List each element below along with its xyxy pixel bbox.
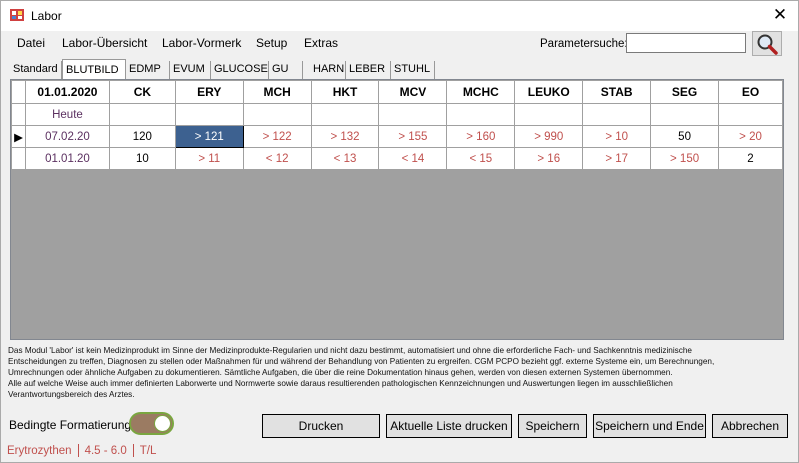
tab-glucose[interactable]: GLUCOSE	[211, 61, 269, 79]
cell-ck[interactable]: 120	[108, 125, 176, 148]
labor-window: Labor ✕ Datei Labor-Übersicht Labor-Vorm…	[0, 0, 799, 463]
print-button[interactable]: Drucken	[262, 414, 380, 438]
row-date[interactable]: 01.01.20	[24, 147, 110, 170]
menu-datei[interactable]: Datei	[17, 36, 45, 50]
cell-ery[interactable]	[174, 103, 244, 126]
column-header-date[interactable]: 01.01.2020	[24, 80, 110, 104]
status-reference-range: 4.5 - 6.0	[84, 445, 127, 457]
cell-eo[interactable]	[718, 103, 783, 126]
cell-stab[interactable]: > 17	[582, 147, 652, 170]
tab-stuhl[interactable]: STUHL	[391, 61, 435, 79]
disclaimer-line: Entscheidungen zu treffen, Diagnosen zu …	[8, 357, 715, 366]
cell-ck[interactable]	[108, 103, 176, 126]
cell-stab[interactable]	[582, 103, 652, 126]
table-row[interactable]: ▶ 07.02.20 120 > 121 > 122 > 132 > 155 >…	[11, 125, 783, 148]
search-button[interactable]	[752, 31, 782, 56]
disclaimer-line: Umrechnungen oder ähnliche Aufgaben zu d…	[8, 368, 673, 377]
column-header-ery[interactable]: ERY	[174, 80, 244, 104]
parameter-search-input[interactable]	[626, 33, 746, 53]
status-parameter-name: Erytrozythen	[7, 445, 72, 457]
row-marker[interactable]	[11, 147, 26, 170]
conditional-formatting-label: Bedingte Formatierung:	[9, 418, 135, 432]
save-and-end-button[interactable]: Speichern und Ende	[593, 414, 706, 438]
column-header-mch[interactable]: MCH	[242, 80, 312, 104]
column-header-hkt[interactable]: HKT	[310, 80, 380, 104]
table-row[interactable]: Heute	[11, 103, 783, 126]
tab-edmp[interactable]: EDMP	[126, 61, 170, 79]
cell-stab[interactable]: > 10	[582, 125, 652, 148]
close-icon[interactable]: ✕	[770, 5, 790, 25]
cell-hkt[interactable]: > 132	[310, 125, 380, 148]
status-separator	[77, 444, 79, 458]
row-date[interactable]: Heute	[24, 103, 110, 126]
cell-eo[interactable]: 2	[718, 147, 783, 170]
cell-seg[interactable]: > 150	[650, 147, 720, 170]
parameter-search-label: Parametersuche:	[540, 38, 628, 50]
tab-blutbild[interactable]: BLUTBILD	[62, 59, 126, 79]
cell-seg[interactable]	[650, 103, 720, 126]
cell-mchc[interactable]: > 160	[446, 125, 516, 148]
column-header-mchc[interactable]: MCHC	[446, 80, 516, 104]
cancel-button[interactable]: Abbrechen	[712, 414, 788, 438]
lab-app-icon	[10, 9, 24, 21]
status-unit: T/L	[139, 445, 157, 457]
status-bar: Erytrozythen 4.5 - 6.0 T/L	[7, 442, 797, 460]
search-icon	[757, 34, 778, 55]
status-separator	[132, 444, 134, 458]
row-marker[interactable]: ▶	[11, 125, 26, 148]
disclaimer-line: Alle auf welche Weise auch immer definie…	[8, 379, 673, 388]
cell-leuko[interactable]	[514, 103, 584, 126]
cell-ck[interactable]: 10	[108, 147, 176, 170]
tab-standard[interactable]: Standard	[10, 61, 62, 79]
cell-mcv[interactable]: < 14	[378, 147, 448, 170]
save-button[interactable]: Speichern	[518, 414, 587, 438]
disclaimer-line: Verantwortungsbereich des Arztes.	[8, 390, 135, 399]
cell-mch[interactable]: > 122	[242, 125, 312, 148]
tab-harn[interactable]: HARN	[310, 61, 346, 79]
cell-mchc[interactable]	[446, 103, 516, 126]
column-header-seg[interactable]: SEG	[650, 80, 720, 104]
row-date[interactable]: 07.02.20	[24, 125, 110, 148]
cell-mcv[interactable]	[378, 103, 448, 126]
cell-eo[interactable]: > 20	[718, 125, 783, 148]
cell-mchc[interactable]: < 15	[446, 147, 516, 170]
cell-mch[interactable]	[242, 103, 312, 126]
disclaimer-text: Das Modul 'Labor' ist kein Medizinproduk…	[8, 345, 788, 400]
cell-mch[interactable]: < 12	[242, 147, 312, 170]
lab-table: 01.01.2020 CK ERY MCH HKT MCV MCHC LEUKO…	[11, 80, 783, 170]
menu-setup[interactable]: Setup	[256, 36, 287, 50]
tab-evum[interactable]: EVUM	[170, 61, 211, 79]
lab-values-grid[interactable]: 01.01.2020 CK ERY MCH HKT MCV MCHC LEUKO…	[10, 79, 784, 340]
disclaimer-line: Das Modul 'Labor' ist kein Medizinproduk…	[8, 346, 692, 355]
table-row[interactable]: 01.01.20 10 > 11 < 12 < 13 < 14 < 15 > 1…	[11, 147, 783, 170]
cell-ery-selected[interactable]: > 121	[174, 125, 244, 148]
conditional-formatting-toggle[interactable]	[129, 412, 174, 435]
print-list-button[interactable]: Aktuelle Liste drucken	[386, 414, 512, 438]
row-header-corner	[11, 80, 26, 104]
cell-leuko[interactable]: > 990	[514, 125, 584, 148]
cell-hkt[interactable]: < 13	[310, 147, 380, 170]
menu-labor-uebersicht[interactable]: Labor-Übersicht	[62, 36, 147, 50]
row-marker[interactable]	[11, 103, 26, 126]
menu-labor-vormerk[interactable]: Labor-Vormerk	[162, 36, 241, 50]
column-header-ck[interactable]: CK	[108, 80, 176, 104]
cell-ery[interactable]: > 11	[174, 147, 244, 170]
cell-seg[interactable]: 50	[650, 125, 720, 148]
window-title: Labor	[31, 9, 62, 23]
cell-mcv[interactable]: > 155	[378, 125, 448, 148]
column-header-leuko[interactable]: LEUKO	[514, 80, 584, 104]
tab-gu[interactable]: GU	[269, 61, 303, 79]
column-header-stab[interactable]: STAB	[582, 80, 652, 104]
toggle-knob	[154, 415, 171, 432]
tab-leber[interactable]: LEBER	[346, 61, 391, 79]
column-header-mcv[interactable]: MCV	[378, 80, 448, 104]
menu-extras[interactable]: Extras	[304, 36, 338, 50]
column-header-eo[interactable]: EO	[718, 80, 783, 104]
cell-hkt[interactable]	[310, 103, 380, 126]
cell-leuko[interactable]: > 16	[514, 147, 584, 170]
title-bar: Labor ✕	[1, 1, 798, 31]
header-row: 01.01.2020 CK ERY MCH HKT MCV MCHC LEUKO…	[11, 80, 783, 104]
